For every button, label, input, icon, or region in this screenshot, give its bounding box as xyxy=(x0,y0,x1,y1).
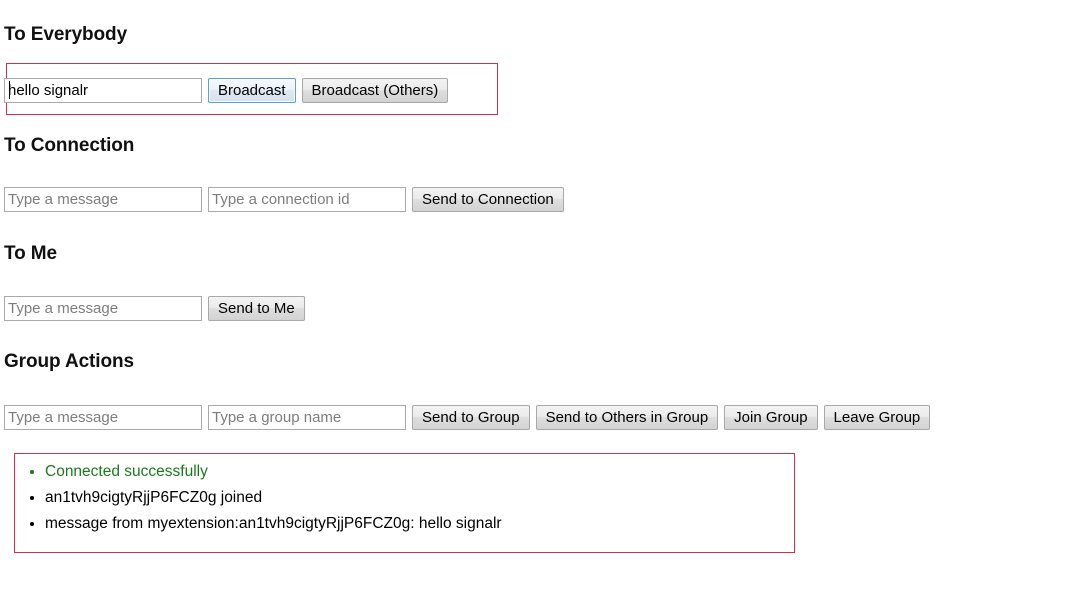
join-group-button[interactable]: Join Group xyxy=(724,405,818,430)
send-to-me-button[interactable]: Send to Me xyxy=(208,296,305,321)
broadcast-message-input[interactable] xyxy=(4,78,202,103)
broadcast-row: Broadcast Broadcast (Others) xyxy=(4,78,449,103)
message-log-box: Connected successfullyan1tvh9cigtyRjjP6F… xyxy=(14,453,795,553)
broadcast-button[interactable]: Broadcast xyxy=(208,78,296,103)
log-item: message from myextension:an1tvh9cigtyRjj… xyxy=(45,511,794,537)
text-cursor xyxy=(9,81,10,99)
group-actions-row: Send to Group Send to Others in Group Jo… xyxy=(4,405,931,430)
send-to-others-in-group-button[interactable]: Send to Others in Group xyxy=(535,405,719,430)
send-to-group-button[interactable]: Send to Group xyxy=(412,405,530,430)
section-title-group-actions: Group Actions xyxy=(4,351,134,372)
leave-group-button[interactable]: Leave Group xyxy=(823,405,931,430)
group-message-input[interactable] xyxy=(4,405,202,430)
me-message-input[interactable] xyxy=(4,296,202,321)
send-to-connection-button[interactable]: Send to Connection xyxy=(412,187,564,212)
connection-row: Send to Connection xyxy=(4,187,564,212)
log-item: Connected successfully xyxy=(45,459,794,485)
log-item: an1tvh9cigtyRjjP6FCZ0g joined xyxy=(45,485,794,511)
message-log-list: Connected successfullyan1tvh9cigtyRjjP6F… xyxy=(15,454,794,537)
broadcast-others-button[interactable]: Broadcast (Others) xyxy=(301,78,449,103)
section-title-to-me: To Me xyxy=(4,243,57,264)
section-title-to-connection: To Connection xyxy=(4,135,135,156)
section-title-to-everybody: To Everybody xyxy=(4,24,128,45)
connection-message-input[interactable] xyxy=(4,187,202,212)
group-name-input[interactable] xyxy=(208,405,406,430)
to-me-row: Send to Me xyxy=(4,296,305,321)
connection-id-input[interactable] xyxy=(208,187,406,212)
